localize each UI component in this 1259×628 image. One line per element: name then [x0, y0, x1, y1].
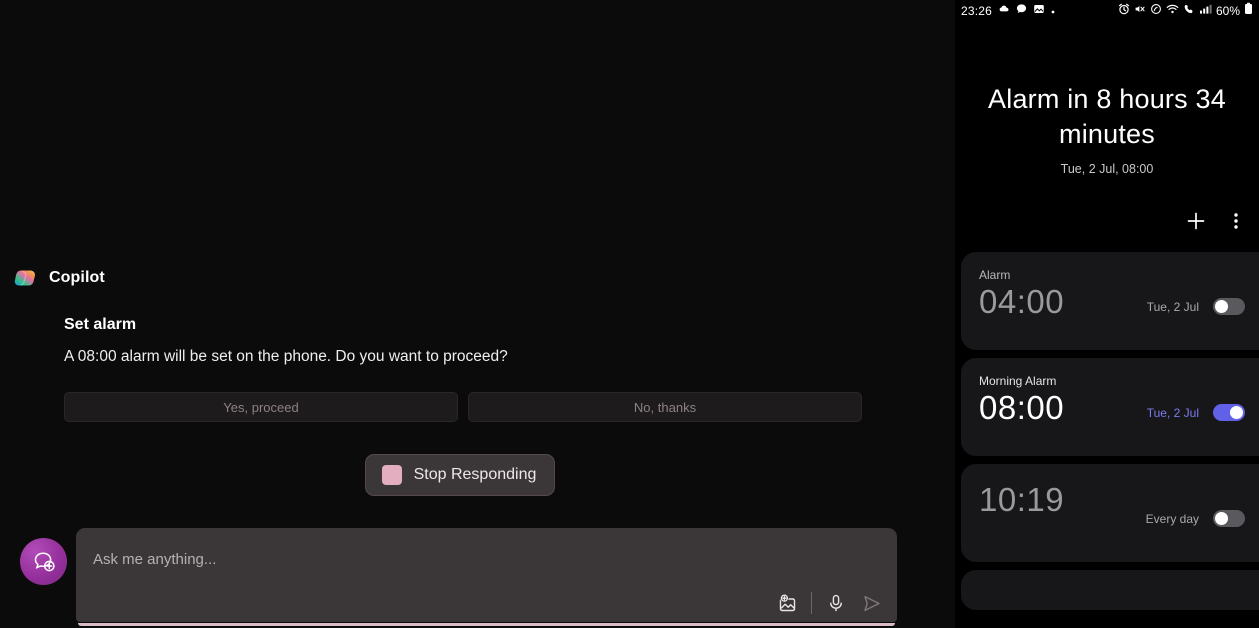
message-input-placeholder: Ask me anything... [93, 551, 217, 568]
mute-icon [1134, 2, 1146, 20]
more-options-button[interactable] [1223, 208, 1249, 234]
image-icon [1033, 2, 1045, 20]
screen: Copilot Set alarm A 08:00 alarm will be … [0, 0, 1259, 628]
composer-actions [776, 592, 882, 614]
signal-icon [1199, 2, 1212, 20]
alarm-controls: Every day [1145, 510, 1245, 528]
alarm-controls: Tue, 2 Jul [1146, 404, 1245, 422]
input-accent-line [78, 623, 895, 626]
status-bar-clock: 23:26 [961, 4, 993, 18]
stop-responding-label: Stop Responding [413, 466, 537, 484]
add-alarm-button[interactable] [1183, 208, 1209, 234]
toggle-knob [1215, 512, 1228, 526]
message-input[interactable] [76, 528, 897, 622]
new-chat-bubble-plus-icon[interactable] [20, 538, 67, 585]
assistant-name: Copilot [49, 269, 105, 286]
assistant-message: Copilot Set alarm A 08:00 alarm will be … [0, 265, 940, 497]
alarm-days: Tue, 2 Jul [1146, 405, 1199, 420]
alarm-toggle[interactable] [1213, 510, 1245, 528]
alarm-list: Alarm 04:00 Tue, 2 Jul Morning Alarm 08:… [955, 252, 1259, 611]
message-bubble-icon [1015, 2, 1028, 20]
composer: Ask me anything... [0, 528, 955, 628]
copilot-panel: Copilot Set alarm A 08:00 alarm will be … [0, 0, 955, 628]
no-thanks-button[interactable]: No, thanks [468, 392, 862, 423]
toggle-knob [1215, 300, 1228, 314]
alarm-toggle[interactable] [1213, 404, 1245, 422]
send-icon[interactable] [860, 592, 882, 614]
alarm-label: Alarm [979, 268, 1011, 283]
message-title: Set alarm [64, 316, 137, 333]
alarm-days: Every day [1145, 511, 1199, 526]
status-bar: 23:26 60% [955, 0, 1259, 22]
cloud-icon [997, 2, 1010, 20]
dot-icon [1050, 2, 1056, 20]
message-text: A 08:00 alarm will be set on the phone. … [64, 348, 508, 365]
wifi-icon [1166, 2, 1179, 20]
alarm-list-item-4-partial[interactable] [961, 570, 1259, 611]
stop-responding-button[interactable]: Stop Responding [364, 454, 556, 497]
clock-toolbar [955, 176, 1259, 234]
alarm-list-item-2[interactable]: Morning Alarm 08:00 Tue, 2 Jul [961, 358, 1259, 457]
toggle-knob [1230, 406, 1243, 420]
add-image-icon[interactable] [776, 592, 798, 614]
alarm-list-item-1[interactable]: Alarm 04:00 Tue, 2 Jul [961, 252, 1259, 351]
alarm-list-item-3[interactable]: 10:19 Every day [961, 464, 1259, 563]
alarm-label: Morning Alarm [979, 374, 1057, 389]
message-body: Set alarm A 08:00 alarm will be set on t… [0, 316, 940, 366]
yes-proceed-button[interactable]: Yes, proceed [64, 392, 458, 423]
microphone-icon[interactable] [825, 592, 847, 614]
alarm-clock-icon [1118, 2, 1130, 20]
choice-buttons: Yes, proceed No, thanks [0, 392, 940, 423]
stop-responding-row: Stop Responding [0, 454, 940, 497]
status-bar-right: 60% [1118, 2, 1253, 20]
alarm-days: Tue, 2 Jul [1146, 299, 1199, 314]
copilot-logo-icon [12, 265, 38, 291]
next-alarm-subtitle: Tue, 2 Jul, 08:00 [1060, 162, 1154, 177]
next-alarm-header: Alarm in 8 hours 34 minutes Tue, 2 Jul, … [955, 22, 1259, 176]
clock-app-panel: 23:26 60% Alarm in 8 hours 34 minutes Tu… [955, 0, 1259, 628]
composer-divider [811, 592, 812, 614]
message-input-shell: Ask me anything... [76, 528, 897, 626]
status-bar-left: 23:26 [961, 2, 1056, 20]
nfc-icon [1150, 2, 1162, 20]
stop-square-icon [381, 465, 402, 486]
assistant-header: Copilot [0, 265, 940, 291]
battery-icon [1244, 2, 1253, 20]
alarm-toggle[interactable] [1213, 298, 1245, 316]
alarm-controls: Tue, 2 Jul [1146, 298, 1245, 316]
next-alarm-title: Alarm in 8 hours 34 minutes [988, 84, 1226, 149]
call-icon [1183, 2, 1195, 20]
battery-percent: 60% [1215, 4, 1240, 18]
